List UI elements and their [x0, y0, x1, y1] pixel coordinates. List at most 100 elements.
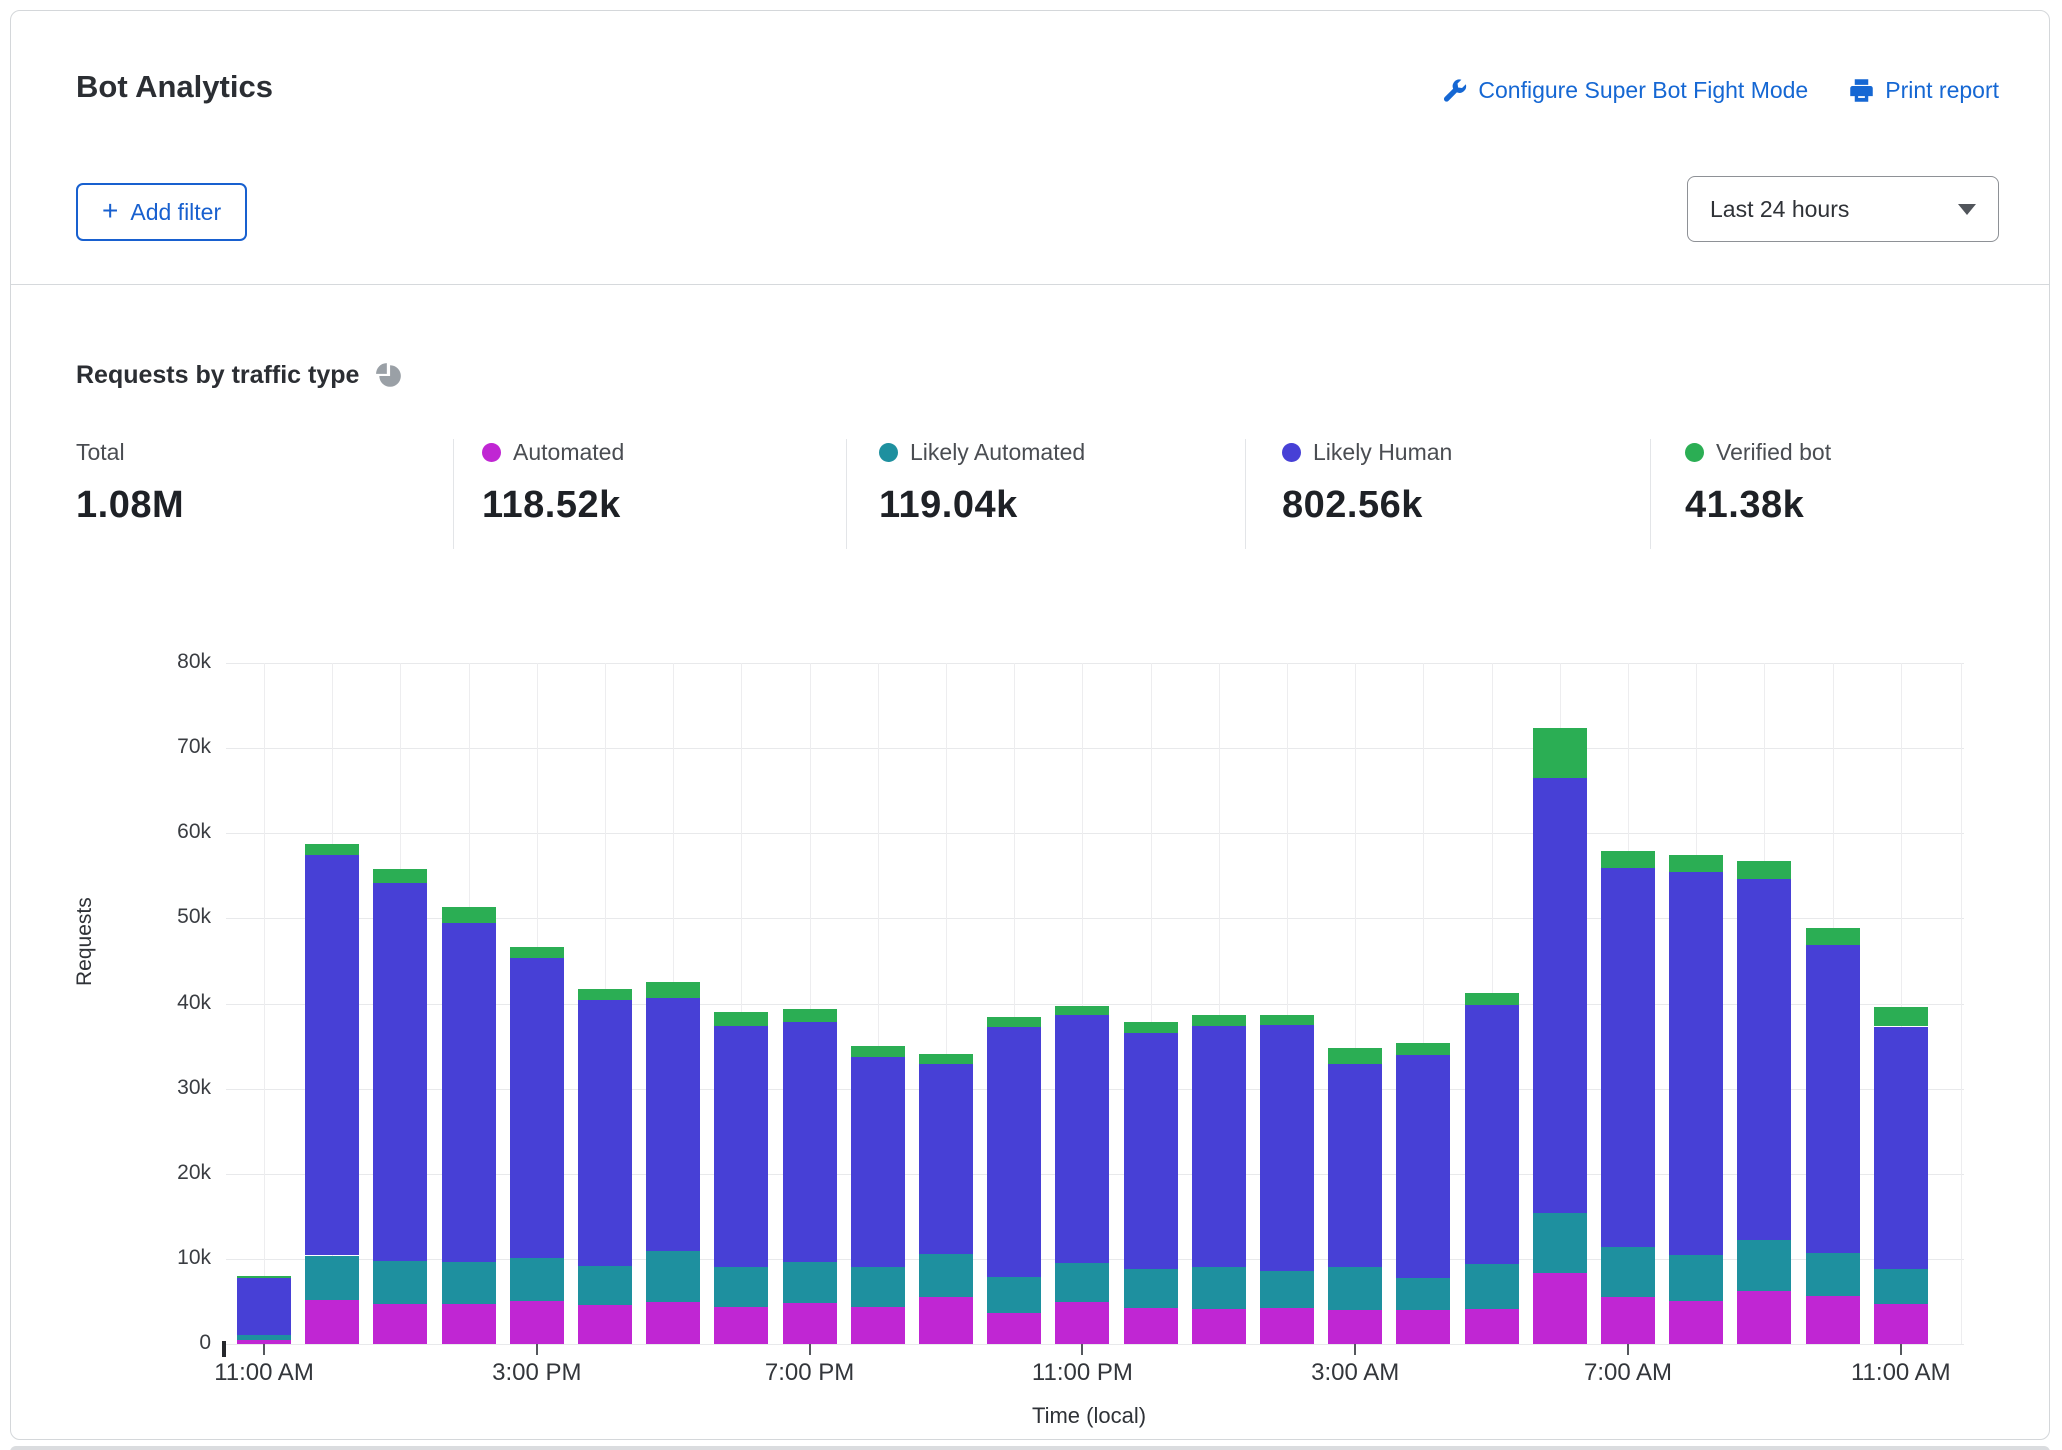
segment-likely_human: [1669, 872, 1723, 1254]
segment-likely_human: [1874, 1027, 1928, 1270]
bot-analytics-card: Bot Analytics Configure Super Bot Fight …: [10, 10, 2050, 1440]
segment-automated: [1737, 1291, 1791, 1344]
gridline-h: [226, 748, 1964, 749]
chevron-down-icon: [1958, 204, 1976, 215]
gridline-v: [264, 663, 265, 1344]
stacked-bar-600am[interactable]: [1533, 728, 1587, 1344]
segment-verified_bot: [646, 982, 700, 997]
time-range-select[interactable]: Last 24 hours: [1687, 176, 1999, 242]
stacked-bar-100am[interactable]: [1192, 1015, 1246, 1344]
segment-likely_human: [1533, 778, 1587, 1213]
header-actions: Configure Super Bot Fight Mode Print rep…: [1441, 77, 1999, 104]
x-tick: [1627, 1344, 1629, 1355]
segment-likely_human: [987, 1027, 1041, 1276]
y-tick-label: 40k: [151, 991, 211, 1015]
stacked-bar-1100am[interactable]: [1874, 1007, 1928, 1344]
segment-verified_bot: [373, 869, 427, 883]
gridline-v: [1961, 663, 1962, 1344]
segment-verified_bot: [1874, 1007, 1928, 1027]
segment-automated: [1396, 1310, 1450, 1344]
pie-chart-icon: [375, 362, 403, 390]
segment-verified_bot: [851, 1046, 905, 1057]
stacked-bar-200am[interactable]: [1260, 1015, 1314, 1344]
stacked-bar-900pm[interactable]: [919, 1054, 973, 1344]
segment-automated: [1192, 1309, 1246, 1344]
segment-likely_human: [1192, 1026, 1246, 1267]
segment-likely_automated: [237, 1335, 291, 1340]
section-header: Requests by traffic type: [76, 361, 403, 390]
x-tick: [1081, 1344, 1083, 1355]
stacked-bar-900am[interactable]: [1737, 861, 1791, 1344]
stacked-bar-1100am[interactable]: [237, 1276, 291, 1344]
segment-likely_automated: [1055, 1263, 1109, 1302]
segment-automated: [1260, 1308, 1314, 1344]
print-report-link[interactable]: Print report: [1848, 77, 1999, 104]
segment-likely_automated: [1260, 1271, 1314, 1308]
stacked-bar-300am[interactable]: [1328, 1048, 1382, 1344]
x-tick-label: 11:00 AM: [1851, 1359, 1951, 1387]
segment-verified_bot: [1396, 1043, 1450, 1055]
stacked-bar-400am[interactable]: [1396, 1043, 1450, 1344]
segment-automated: [578, 1305, 632, 1344]
segment-likely_automated: [1669, 1255, 1723, 1302]
segment-automated: [1874, 1304, 1928, 1344]
stat-total: Total 1.08M: [76, 439, 184, 527]
x-tick-label: 11:00 PM: [1032, 1359, 1133, 1387]
segment-likely_automated: [1533, 1213, 1587, 1273]
segment-likely_automated: [783, 1262, 837, 1303]
stacked-bar-800am[interactable]: [1669, 855, 1723, 1344]
segment-automated: [1806, 1296, 1860, 1344]
likely-human-legend-dot: [1282, 443, 1301, 462]
add-filter-button[interactable]: + Add filter: [76, 183, 247, 241]
printer-icon: [1848, 77, 1875, 104]
stacked-bar-1000am[interactable]: [1806, 928, 1860, 1344]
segment-likely_automated: [1124, 1269, 1178, 1308]
x-tick-label: 11:00 AM: [214, 1359, 314, 1387]
stacked-bar-1200pm[interactable]: [305, 844, 359, 1344]
plus-icon: +: [102, 197, 118, 225]
configure-super-bot-fight-mode-link[interactable]: Configure Super Bot Fight Mode: [1441, 77, 1808, 104]
y-tick-label: 60k: [151, 820, 211, 844]
segment-automated: [714, 1307, 768, 1344]
print-link-label: Print report: [1885, 77, 1999, 104]
x-tick: [1354, 1344, 1356, 1355]
stat-divider: [453, 439, 454, 549]
stacked-bar-500pm[interactable]: [646, 982, 700, 1344]
segment-automated: [1465, 1309, 1519, 1344]
segment-likely_automated: [305, 1256, 359, 1300]
segment-likely_human: [1601, 868, 1655, 1247]
stat-likely-human-value: 802.56k: [1282, 484, 1452, 527]
x-tick: [809, 1344, 811, 1355]
stat-automated-label: Automated: [513, 439, 624, 466]
stat-likely-automated-label: Likely Automated: [910, 439, 1085, 466]
segment-automated: [373, 1304, 427, 1344]
y-tick-label: 70k: [151, 735, 211, 759]
segment-verified_bot: [783, 1009, 837, 1023]
stacked-bar-100pm[interactable]: [373, 869, 427, 1344]
segment-verified_bot: [1806, 928, 1860, 945]
stacked-bar-500am[interactable]: [1465, 993, 1519, 1344]
stat-divider: [846, 439, 847, 549]
stacked-bar-200pm[interactable]: [442, 907, 496, 1344]
stacked-bar-600pm[interactable]: [714, 1012, 768, 1344]
stacked-bar-700pm[interactable]: [783, 1009, 837, 1344]
stacked-bar-1000pm[interactable]: [987, 1017, 1041, 1344]
segment-verified_bot: [1055, 1006, 1109, 1015]
stacked-bar-1200am[interactable]: [1124, 1022, 1178, 1344]
stat-likely-automated: Likely Automated 119.04k: [879, 439, 1085, 527]
segment-likely_human: [1737, 879, 1791, 1240]
bot-analytics-screen: Bot Analytics Configure Super Bot Fight …: [0, 0, 2062, 1450]
segment-verified_bot: [1465, 993, 1519, 1005]
stacked-bar-400pm[interactable]: [578, 989, 632, 1344]
segment-likely_human: [1806, 945, 1860, 1253]
segment-likely_human: [237, 1278, 291, 1334]
stacked-bar-700am[interactable]: [1601, 851, 1655, 1344]
stat-verified-bot-value: 41.38k: [1685, 484, 1831, 527]
segment-automated: [987, 1313, 1041, 1344]
stacked-bar-800pm[interactable]: [851, 1046, 905, 1344]
segment-likely_automated: [1396, 1278, 1450, 1310]
segment-likely_human: [1055, 1015, 1109, 1263]
stacked-bar-1100pm[interactable]: [1055, 1006, 1109, 1344]
segment-verified_bot: [1260, 1015, 1314, 1025]
stacked-bar-300pm[interactable]: [510, 947, 564, 1344]
